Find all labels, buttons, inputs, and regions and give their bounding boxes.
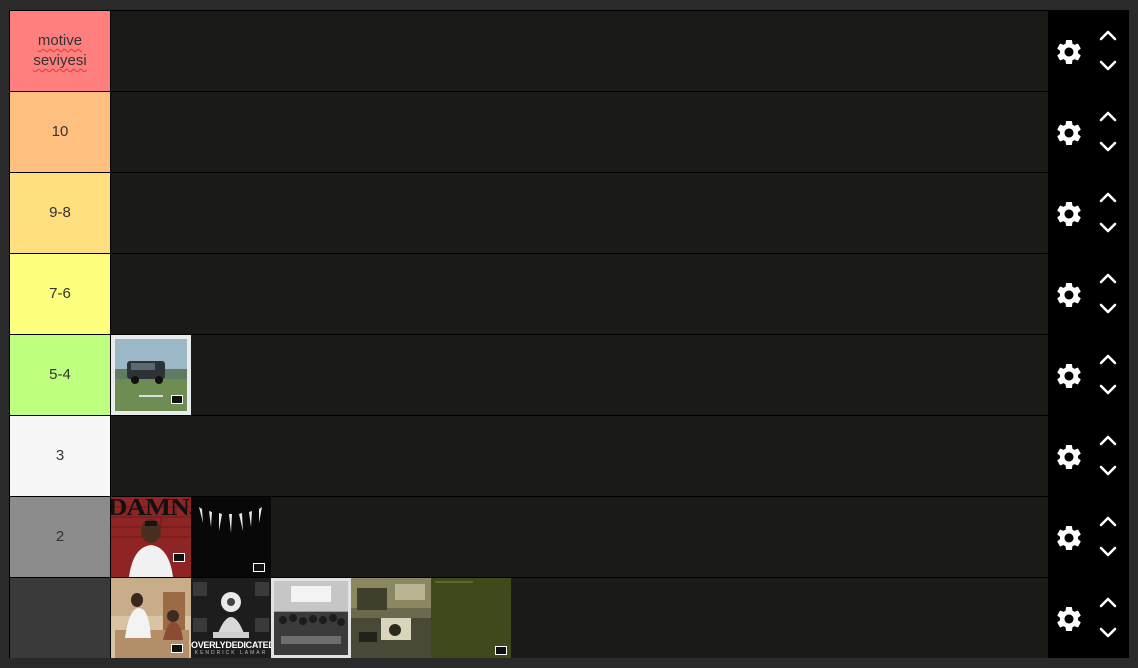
chevron-down-icon[interactable] <box>1098 545 1118 559</box>
gear-icon[interactable] <box>1054 118 1084 148</box>
tier-items-dropzone[interactable]: DAMN. <box>111 497 1048 577</box>
tier-controls <box>1048 11 1128 91</box>
tier-row: 7-6 <box>10 254 1128 335</box>
tier-label-text: 10 <box>51 123 69 140</box>
chevron-up-icon[interactable] <box>1098 28 1118 42</box>
gear-icon[interactable] <box>1054 37 1084 67</box>
chevron-down-icon[interactable] <box>1098 221 1118 235</box>
gear-icon[interactable] <box>1054 523 1084 553</box>
tier-label-text-line2: seviyesi <box>33 52 87 69</box>
gear-icon[interactable] <box>1054 361 1084 391</box>
tier-label-text: 7-6 <box>49 285 71 302</box>
tier-items-dropzone[interactable] <box>111 254 1048 334</box>
tier-label[interactable]: 2 <box>10 497 111 577</box>
chevron-up-icon[interactable] <box>1098 190 1118 204</box>
tier-label-text: 5-4 <box>49 366 71 383</box>
tier-list-board: motive seviyesi 10 9-8 7-6 5-4 3 2 DAMN.… <box>9 10 1129 658</box>
tier-label-text-line1: motive <box>37 32 83 49</box>
tier-row: 2 DAMN. <box>10 497 1128 578</box>
chevron-up-icon[interactable] <box>1098 271 1118 285</box>
tier-items-dropzone[interactable] <box>111 11 1048 91</box>
gear-icon[interactable] <box>1054 199 1084 229</box>
tier-label[interactable]: 10 <box>10 92 111 172</box>
album-cover-mr-morale[interactable] <box>111 578 191 658</box>
album-cover-title: DAMN. <box>111 497 191 521</box>
tier-row: motive seviyesi <box>10 11 1128 92</box>
chevron-down-icon[interactable] <box>1098 59 1118 73</box>
tier-items-dropzone[interactable] <box>111 416 1048 496</box>
tier-controls <box>1048 173 1128 253</box>
gear-icon[interactable] <box>1054 604 1084 634</box>
tier-row: 5-4 <box>10 335 1128 416</box>
tier-controls <box>1048 497 1128 577</box>
tier-label-text: 9-8 <box>49 204 71 221</box>
chevron-down-icon[interactable] <box>1098 626 1118 640</box>
chevron-up-icon[interactable] <box>1098 352 1118 366</box>
album-cover-damn[interactable]: DAMN. <box>111 497 191 577</box>
tier-controls <box>1048 92 1128 172</box>
chevron-up-icon[interactable] <box>1098 595 1118 609</box>
tier-controls <box>1048 578 1128 658</box>
gear-icon[interactable] <box>1054 280 1084 310</box>
chevron-down-icon[interactable] <box>1098 383 1118 397</box>
tier-items-dropzone[interactable]: OVERLYDEDICATED KENDRICK LAMAR <box>111 578 1048 658</box>
tier-label-text: 2 <box>55 528 65 545</box>
tier-row: OVERLYDEDICATED KENDRICK LAMAR <box>10 578 1128 659</box>
tier-items-dropzone[interactable] <box>111 173 1048 253</box>
chevron-down-icon[interactable] <box>1098 140 1118 154</box>
album-cover-to-pimp-a-butterfly[interactable] <box>271 578 351 658</box>
tier-items-dropzone[interactable] <box>111 335 1048 415</box>
tier-label[interactable]: 5-4 <box>10 335 111 415</box>
gear-icon[interactable] <box>1054 442 1084 472</box>
tier-row: 9-8 <box>10 173 1128 254</box>
tier-row: 10 <box>10 92 1128 173</box>
album-cover-black-panther[interactable] <box>191 497 271 577</box>
tier-controls <box>1048 254 1128 334</box>
tier-label[interactable] <box>10 578 111 658</box>
album-cover-untitled-unmastered[interactable] <box>431 578 511 658</box>
tier-controls <box>1048 416 1128 496</box>
chevron-up-icon[interactable] <box>1098 109 1118 123</box>
chevron-down-icon[interactable] <box>1098 464 1118 478</box>
album-cover-good-kid-maad-city[interactable] <box>111 335 191 415</box>
album-cover-artist: KENDRICK LAMAR <box>194 650 268 656</box>
tier-controls <box>1048 335 1128 415</box>
chevron-up-icon[interactable] <box>1098 514 1118 528</box>
tier-items-dropzone[interactable] <box>111 92 1048 172</box>
chevron-down-icon[interactable] <box>1098 302 1118 316</box>
tier-label[interactable]: 3 <box>10 416 111 496</box>
tier-label[interactable]: motive seviyesi <box>10 11 111 91</box>
tier-label[interactable]: 9-8 <box>10 173 111 253</box>
album-cover-section-80[interactable] <box>351 578 431 658</box>
tier-label-text: 3 <box>55 447 65 464</box>
album-cover-title: OVERLYDEDICATED <box>191 640 271 650</box>
album-cover-overly-dedicated[interactable]: OVERLYDEDICATED KENDRICK LAMAR <box>191 578 271 658</box>
chevron-up-icon[interactable] <box>1098 433 1118 447</box>
tier-label[interactable]: 7-6 <box>10 254 111 334</box>
tier-row: 3 <box>10 416 1128 497</box>
